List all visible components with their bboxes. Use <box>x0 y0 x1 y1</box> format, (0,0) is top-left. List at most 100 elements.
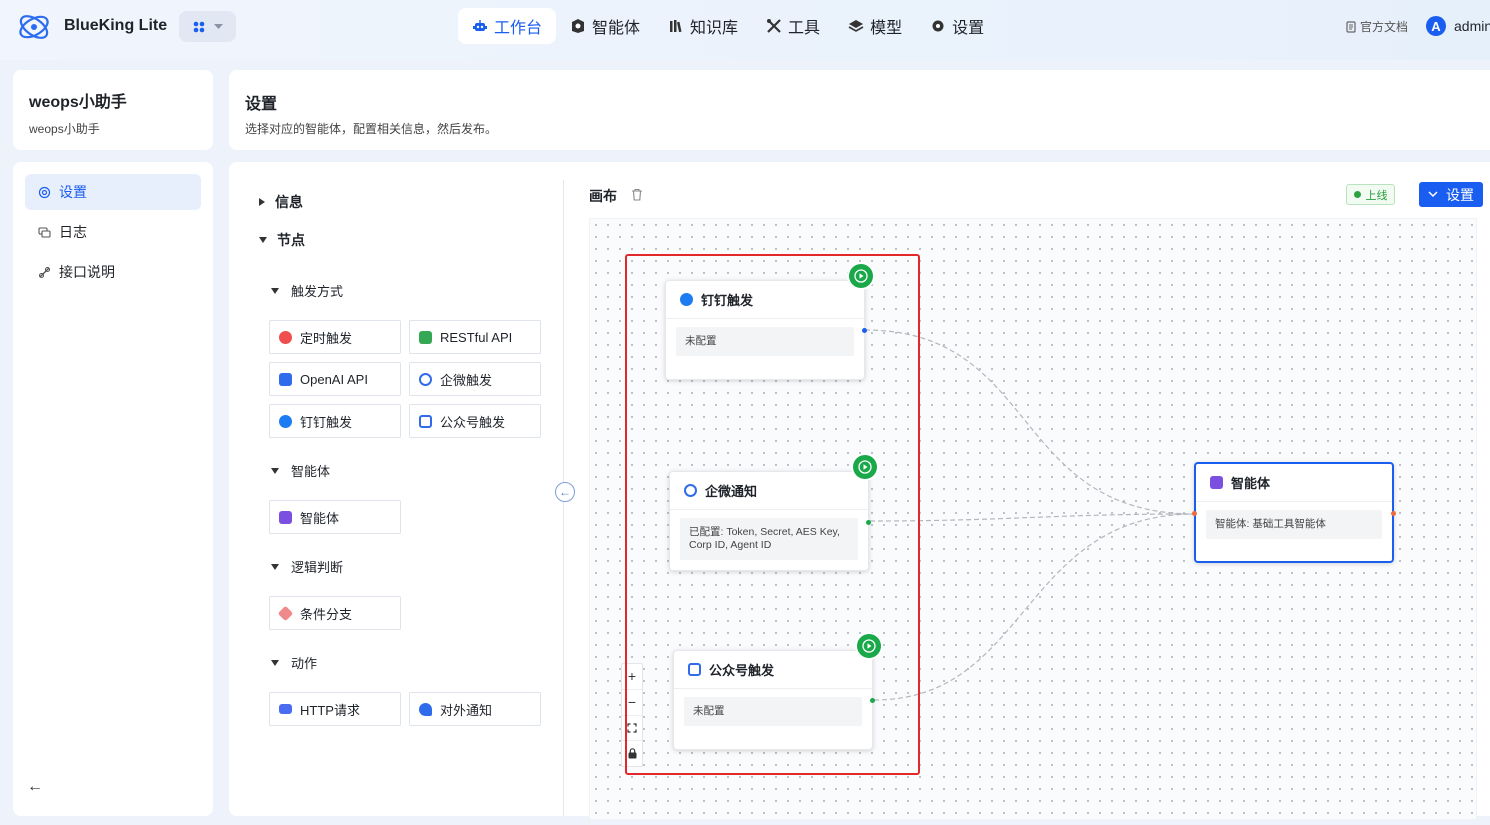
openai-icon <box>279 372 292 386</box>
nav-workbench[interactable]: 工作台 <box>458 8 557 44</box>
blueking-logo[interactable] <box>16 10 52 44</box>
main-nav: 工作台 智能体 知识库 工具 模型 设置 <box>458 8 998 44</box>
group-logic[interactable]: 逻辑判断 <box>271 557 343 576</box>
chat-log-icon <box>38 226 51 238</box>
agent-subtitle: weops小助手 <box>29 122 100 136</box>
agent-icon <box>279 510 292 524</box>
caret-down-icon <box>271 563 279 570</box>
nav-label: 智能体 <box>592 20 641 37</box>
agent-card: weops小助手 weops小助手 <box>13 70 213 150</box>
nav-tools[interactable]: 工具 <box>752 8 834 44</box>
nav-agents[interactable]: 智能体 <box>556 8 654 44</box>
caret-down-icon <box>271 287 279 294</box>
back-arrow-icon[interactable]: ← <box>27 778 43 796</box>
palette-http-request[interactable]: HTTP请求 <box>269 692 401 726</box>
group-label: 智能体 <box>291 464 331 479</box>
palette-wecom-trigger[interactable]: 企微触发 <box>409 362 541 396</box>
node-title: 智能体 <box>1231 476 1271 491</box>
document-icon <box>1346 20 1356 33</box>
section-nodes[interactable]: 节点 <box>259 230 305 250</box>
wechat-mp-icon <box>419 414 432 428</box>
palette-timer-trigger[interactable]: 定时触发 <box>269 320 401 354</box>
user-name: admin <box>1454 18 1490 34</box>
timer-icon <box>279 330 292 344</box>
nav-label: 工具 <box>788 20 821 37</box>
group-label: 动作 <box>291 656 318 671</box>
user-menu[interactable]: A admin <box>1426 16 1490 36</box>
settings-button-label: 设置 <box>1446 186 1474 203</box>
status-label: 上线 <box>1365 189 1388 202</box>
palette-label: 企微触发 <box>440 372 493 388</box>
sidebar-item-api-docs[interactable]: 接口说明 <box>25 254 201 290</box>
agent-name: weops小助手 <box>29 94 127 111</box>
agent-icon <box>572 19 585 33</box>
tools-icon <box>767 19 781 33</box>
chevron-down-icon <box>213 23 223 29</box>
workflow-editor: 信息 节点 触发方式 定时触发 RESTful API OpenAI API 企… <box>229 162 1490 820</box>
avatar: A <box>1426 16 1446 36</box>
input-port[interactable] <box>1192 511 1197 516</box>
palette-restful-api[interactable]: RESTful API <box>409 320 541 354</box>
page-header: 设置 选择对应的智能体，配置相关信息，然后发布。 <box>229 70 1490 150</box>
wecom-icon <box>419 372 432 386</box>
page-description: 选择对应的智能体，配置相关信息，然后发布。 <box>245 122 498 136</box>
settings-icon <box>38 186 51 198</box>
branch-icon <box>277 605 294 621</box>
robot-icon <box>473 20 487 31</box>
sidebar: 设置 日志 接口说明 ← <box>13 162 213 816</box>
status-dot-icon <box>1353 191 1361 198</box>
palette-label: RESTful API <box>440 329 513 345</box>
nav-models[interactable]: 模型 <box>834 8 916 44</box>
collapse-panel-icon[interactable]: ← <box>555 482 575 502</box>
caret-down-icon <box>271 467 279 474</box>
docs-link[interactable]: 官方文档 <box>1346 18 1408 35</box>
sidebar-item-label: 设置 <box>59 184 87 200</box>
node-header: 智能体 <box>1196 464 1392 502</box>
palette-external-notify[interactable]: 对外通知 <box>409 692 541 726</box>
section-label: 节点 <box>277 232 305 248</box>
palette-condition-branch[interactable]: 条件分支 <box>269 596 401 630</box>
nav-settings[interactable]: 设置 <box>916 8 998 44</box>
caret-down-icon <box>271 659 279 666</box>
sidebar-item-settings[interactable]: 设置 <box>25 174 201 210</box>
gear-icon <box>932 20 944 32</box>
agent-icon <box>1210 476 1223 489</box>
palette-label: OpenAI API <box>300 371 368 387</box>
top-bar: BlueKing Lite 工作台 智能体 知识库 工具 模型 设置 官方文档 … <box>0 0 1490 60</box>
section-info[interactable]: 信息 <box>259 192 303 212</box>
group-agent[interactable]: 智能体 <box>271 461 330 480</box>
settings-button[interactable]: 设置 <box>1419 182 1483 207</box>
nav-label: 工作台 <box>494 20 543 37</box>
caret-down-icon <box>259 237 267 243</box>
palette-agent[interactable]: 智能体 <box>269 500 401 534</box>
library-icon <box>670 20 682 33</box>
node-agent[interactable]: 智能体 智能体: 基础工具智能体 <box>1192 462 1396 563</box>
palette-openai-api[interactable]: OpenAI API <box>269 362 401 396</box>
palette-label: HTTP请求 <box>300 702 360 718</box>
palette-dingtalk-trigger[interactable]: 钉钉触发 <box>269 404 401 438</box>
app-switcher[interactable] <box>179 11 236 42</box>
canvas-title: 画布 <box>589 188 617 204</box>
group-action[interactable]: 动作 <box>271 653 317 672</box>
sidebar-item-logs[interactable]: 日志 <box>25 214 201 250</box>
api-icon <box>419 330 432 344</box>
chevron-down-icon <box>1428 191 1438 198</box>
group-label: 触发方式 <box>291 284 344 299</box>
palette-label: 对外通知 <box>440 702 493 718</box>
caret-right-icon <box>259 198 265 206</box>
palette-wechat-mp-trigger[interactable]: 公众号触发 <box>409 404 541 438</box>
palette-label: 定时触发 <box>300 330 353 346</box>
edge-wechat-mp-agent <box>873 513 1196 701</box>
nav-label: 知识库 <box>690 20 739 37</box>
brand-name: BlueKing Lite <box>64 17 168 34</box>
trash-icon[interactable] <box>631 188 643 201</box>
layers-icon <box>848 20 864 32</box>
group-trigger[interactable]: 触发方式 <box>271 281 343 300</box>
output-port[interactable] <box>1391 511 1396 516</box>
sidebar-item-label: 接口说明 <box>59 264 115 280</box>
apps-icon <box>193 21 204 32</box>
page-title: 设置 <box>245 96 278 113</box>
palette-label: 智能体 <box>300 510 340 526</box>
nav-knowledge[interactable]: 知识库 <box>654 8 752 44</box>
selection-highlight-box <box>625 254 920 775</box>
